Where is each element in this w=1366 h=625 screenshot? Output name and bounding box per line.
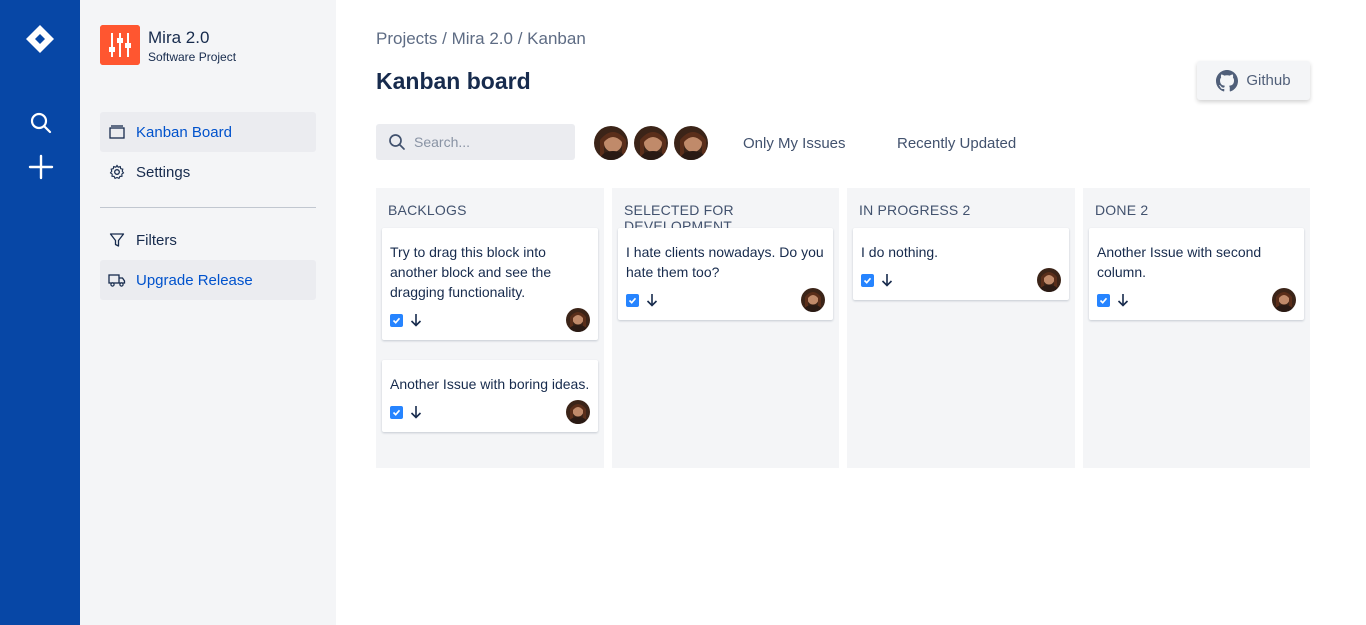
sidebar-item-upgrade-release[interactable]: Upgrade Release <box>100 260 316 300</box>
only-my-issues-filter[interactable]: Only My Issues <box>743 135 846 152</box>
filter-icon <box>108 231 126 249</box>
project-type: Software Project <box>148 49 237 64</box>
task-type-icon <box>861 273 874 287</box>
assignee-avatar <box>566 400 590 424</box>
sidebar-divider <box>100 207 316 208</box>
breadcrumb[interactable]: Projects / Mira 2.0 / Kanban <box>376 29 586 49</box>
plus-icon[interactable] <box>24 150 58 184</box>
issue-title: Another Issue with boring ideas. <box>390 376 590 392</box>
project-name: Mira 2.0 <box>148 27 210 47</box>
recently-updated-filter[interactable]: Recently Updated <box>897 135 1016 152</box>
issue-title: I do nothing. <box>861 244 939 260</box>
issue-card[interactable]: I hate clients nowadays. Do you hate the… <box>618 228 833 320</box>
search-field[interactable] <box>376 124 575 160</box>
project-avatar <box>100 25 140 65</box>
sidebar-item-settings[interactable]: Settings <box>100 152 316 192</box>
task-type-icon <box>390 405 403 419</box>
github-label: Github <box>1246 72 1291 89</box>
assignee-avatar <box>801 288 825 312</box>
gear-icon <box>108 163 126 181</box>
search-icon[interactable] <box>24 106 58 140</box>
board-column-done: DONE 2 Another Issue with second column. <box>1083 188 1310 468</box>
column-title: IN PROGRESS 2 <box>859 202 971 218</box>
search-input[interactable] <box>414 134 564 150</box>
project-info: Mira 2.0 Software Project <box>100 25 236 65</box>
assignee-avatar <box>1272 288 1296 312</box>
avatar[interactable] <box>672 124 710 162</box>
issue-title: Try to drag this block into another bloc… <box>390 244 552 300</box>
sidebar-item-label: Filters <box>136 231 177 249</box>
board-column-in-progress: IN PROGRESS 2 I do nothing. <box>847 188 1075 468</box>
truck-icon <box>108 271 126 289</box>
issue-card[interactable]: Try to drag this block into another bloc… <box>382 228 598 340</box>
board-column-backlogs: BACKLOGS Try to drag this block into ano… <box>376 188 604 468</box>
column-title: DONE 2 <box>1095 202 1149 218</box>
column-title: BACKLOGS <box>388 202 467 218</box>
github-button[interactable]: Github <box>1197 61 1310 100</box>
task-type-icon <box>1097 293 1110 307</box>
kanban-board: BACKLOGS Try to drag this block into ano… <box>376 188 1310 468</box>
sidebar-item-filters[interactable]: Filters <box>100 220 316 260</box>
global-nav-rail <box>0 0 80 625</box>
avatar[interactable] <box>632 124 670 162</box>
issue-title: I hate clients nowadays. Do you hate the… <box>626 244 824 280</box>
project-sidebar: Mira 2.0 Software Project Kanban Board S… <box>80 0 336 625</box>
sidebar-nav-primary: Kanban Board Settings <box>100 112 316 192</box>
github-icon <box>1216 69 1239 91</box>
sidebar-item-label: Kanban Board <box>136 123 232 141</box>
task-type-icon <box>626 293 639 307</box>
assignee-avatar-group <box>592 124 712 162</box>
board-column-selected-for-development: SELECTED FOR DEVELOPMENT I hate clients … <box>612 188 839 468</box>
search-icon <box>389 134 405 150</box>
sidebar-item-label: Upgrade Release <box>136 271 253 289</box>
issue-card[interactable]: Another Issue with second column. <box>1089 228 1304 320</box>
priority-low-icon <box>881 273 893 287</box>
issue-card[interactable]: Another Issue with boring ideas. <box>382 360 598 432</box>
sidebar-nav-secondary: Filters Upgrade Release <box>100 220 316 300</box>
priority-low-icon <box>410 405 422 419</box>
priority-low-icon <box>646 293 658 307</box>
assignee-avatar <box>1037 268 1061 292</box>
assignee-avatar <box>566 308 590 332</box>
task-type-icon <box>390 313 403 327</box>
issue-card[interactable]: I do nothing. <box>853 228 1069 300</box>
board-icon <box>108 123 126 141</box>
sidebar-item-kanban-board[interactable]: Kanban Board <box>100 112 316 152</box>
page-title: Kanban board <box>376 68 531 94</box>
priority-low-icon <box>410 313 422 327</box>
priority-low-icon <box>1117 293 1129 307</box>
issue-title: Another Issue with second column. <box>1097 244 1262 280</box>
avatar[interactable] <box>592 124 630 162</box>
jira-logo-icon[interactable] <box>24 23 56 55</box>
sidebar-item-label: Settings <box>136 163 191 181</box>
